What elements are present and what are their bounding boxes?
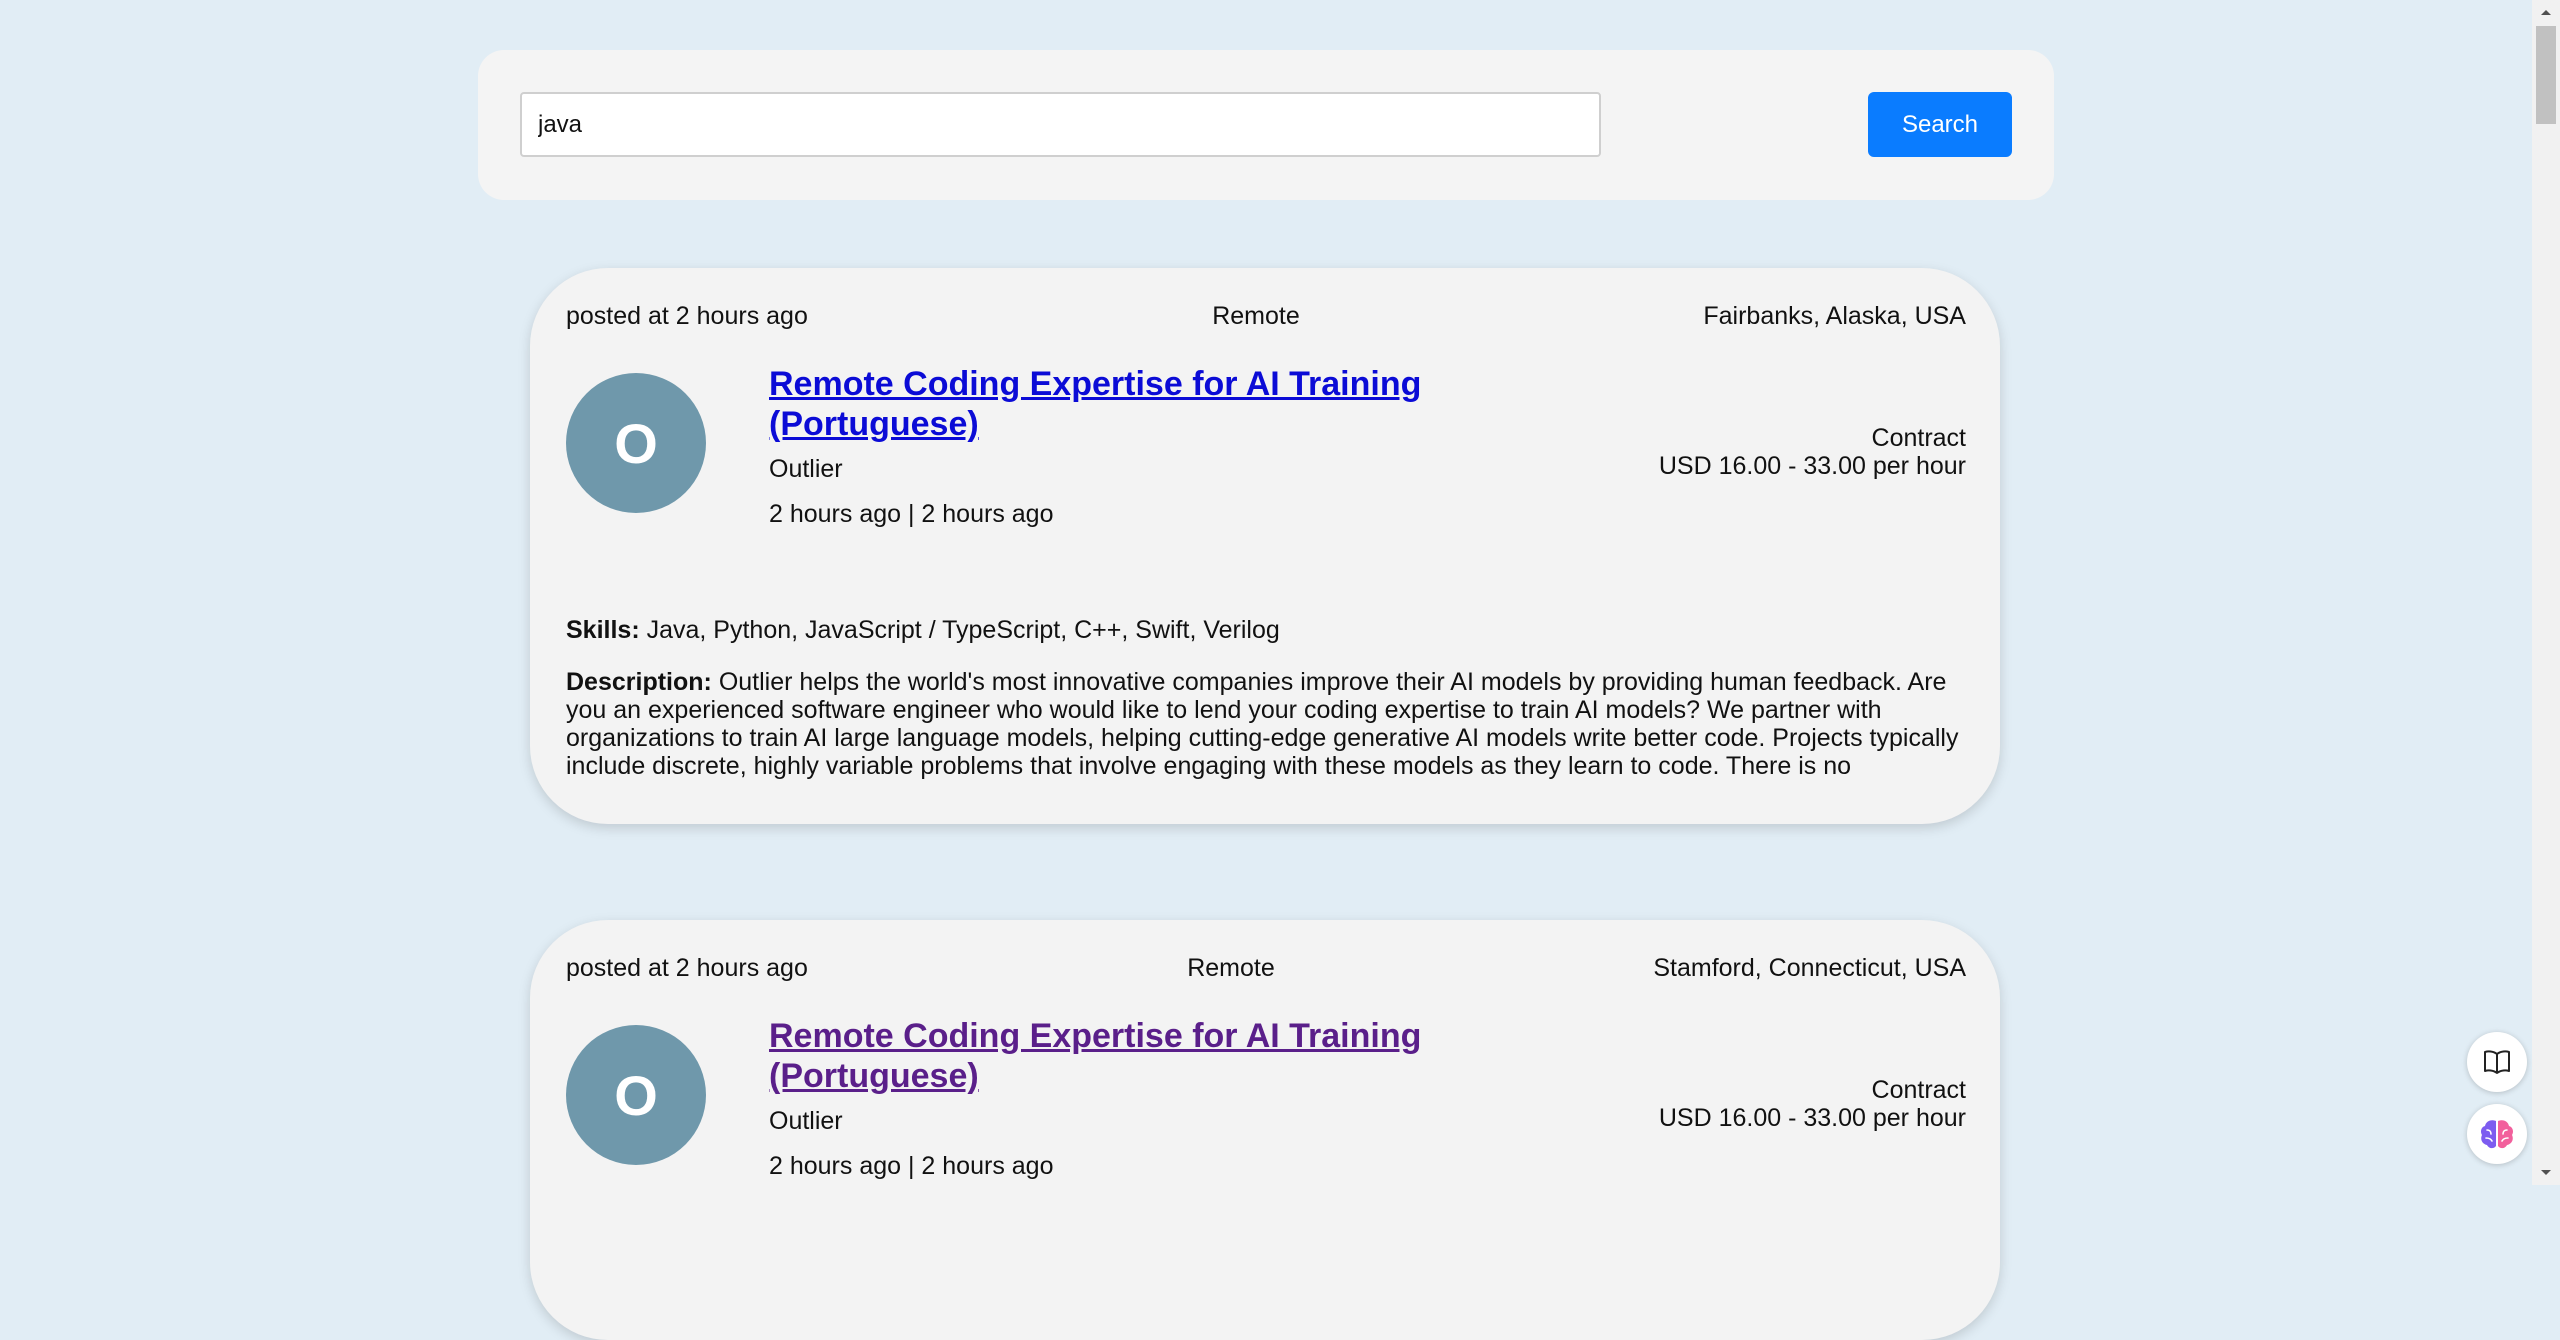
skills-label: Skills: — [566, 616, 640, 644]
job-card: posted at 2 hours ago Remote Fairbanks, … — [530, 268, 2000, 824]
employment-type: Contract — [1871, 424, 1966, 452]
job-description: Description: Outlier helps the world's m… — [566, 668, 1966, 780]
employment-type: Contract — [1871, 1076, 1966, 1104]
company-avatar: O — [566, 373, 706, 513]
job-times: 2 hours ago | 2 hours ago — [769, 1152, 1054, 1180]
work-type: Remote — [1212, 302, 1300, 330]
scroll-up-arrow-icon[interactable] — [2532, 0, 2560, 24]
contract-info: Contract USD 16.00 - 33.00 per hour — [1659, 424, 1966, 480]
scroll-down-arrow-icon[interactable] — [2532, 1161, 2560, 1185]
job-card: posted at 2 hours ago Remote Stamford, C… — [530, 920, 2000, 1340]
description-label: Description: — [566, 668, 712, 696]
search-button[interactable]: Search — [1868, 92, 2012, 157]
book-open-icon — [2484, 1050, 2510, 1074]
job-location: Fairbanks, Alaska, USA — [1703, 302, 1966, 330]
job-meta-row: posted at 2 hours ago Remote Fairbanks, … — [566, 302, 1966, 334]
skills: Skills: Java, Python, JavaScript / TypeS… — [566, 616, 1280, 645]
company-name: Outlier — [769, 455, 843, 483]
contract-info: Contract USD 16.00 - 33.00 per hour — [1659, 1076, 1966, 1132]
posted-time: posted at 2 hours ago — [566, 954, 808, 982]
job-title-link[interactable]: Remote Coding Expertise for AI Training … — [769, 1016, 1529, 1096]
job-times: 2 hours ago | 2 hours ago — [769, 500, 1054, 528]
reader-button[interactable] — [2467, 1032, 2527, 1092]
work-type: Remote — [1187, 954, 1275, 982]
salary: USD 16.00 - 33.00 per hour — [1658, 1104, 1966, 1132]
page-scrollbar[interactable] — [2532, 0, 2560, 1185]
job-location: Stamford, Connecticut, USA — [1653, 954, 1966, 982]
skills-list: Java, Python, JavaScript / TypeScript, C… — [646, 616, 1280, 644]
company-name: Outlier — [769, 1107, 843, 1135]
job-meta-row: posted at 2 hours ago Remote Stamford, C… — [566, 954, 1966, 986]
description-text: Outlier helps the world's most innovativ… — [566, 668, 1959, 780]
job-title-link[interactable]: Remote Coding Expertise for AI Training … — [769, 364, 1529, 444]
salary: USD 16.00 - 33.00 per hour — [1658, 452, 1966, 480]
search-input[interactable] — [520, 92, 1601, 157]
scrollbar-thumb[interactable] — [2536, 26, 2556, 124]
ai-assistant-button[interactable] — [2467, 1104, 2527, 1164]
posted-time: posted at 2 hours ago — [566, 302, 808, 330]
company-avatar: O — [566, 1025, 706, 1165]
search-panel: Search — [478, 50, 2054, 200]
brain-icon — [2481, 1120, 2513, 1149]
